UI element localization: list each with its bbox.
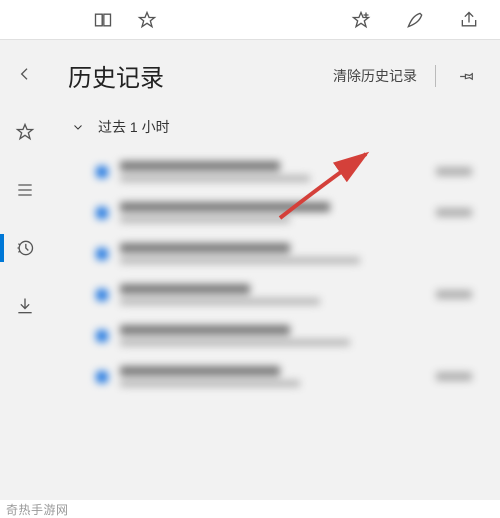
history-item-time (436, 167, 472, 176)
section-past-hour[interactable]: 过去 1 小时 (68, 111, 480, 151)
web-notes-icon[interactable] (402, 7, 428, 33)
history-item-text (120, 202, 424, 223)
history-item-text (120, 284, 424, 305)
add-favorite-icon[interactable] (348, 7, 374, 33)
top-right-actions (348, 7, 500, 33)
history-item-text (120, 161, 424, 182)
history-item[interactable] (68, 274, 480, 315)
favicon-icon (96, 371, 108, 383)
rail-reading-list[interactable] (0, 172, 50, 208)
history-item[interactable] (68, 356, 480, 397)
share-icon[interactable] (456, 7, 482, 33)
history-item-time (436, 290, 472, 299)
favicon-icon (96, 248, 108, 260)
section-label: 过去 1 小时 (98, 117, 170, 137)
chevron-down-icon (72, 121, 84, 133)
history-item[interactable] (68, 315, 480, 356)
clear-history-link[interactable]: 清除历史记录 (333, 66, 417, 86)
favicon-icon (96, 166, 108, 178)
star-icon[interactable] (134, 7, 160, 33)
history-item[interactable] (68, 151, 480, 192)
history-item[interactable] (68, 192, 480, 233)
rail-history[interactable] (0, 230, 50, 266)
watermark: 奇热手游网 (0, 500, 500, 518)
panel-header: 历史记录 清除历史记录 (68, 58, 480, 93)
history-item[interactable] (68, 233, 480, 274)
panel-title: 历史记录 (68, 58, 164, 93)
history-panel: 历史记录 清除历史记录 过去 1 小时 (50, 40, 500, 500)
hub-rail (0, 40, 50, 500)
favicon-icon (96, 330, 108, 342)
address-bar-actions (0, 7, 160, 33)
history-list (68, 151, 480, 397)
favicon-icon (96, 207, 108, 219)
history-item-text (120, 366, 424, 387)
history-item-time (436, 372, 472, 381)
rail-back-button[interactable] (0, 56, 50, 92)
pin-icon[interactable] (454, 63, 480, 89)
history-item-text (120, 243, 472, 264)
history-item-text (120, 325, 472, 346)
reading-view-icon[interactable] (90, 7, 116, 33)
main-area: 历史记录 清除历史记录 过去 1 小时 (0, 40, 500, 500)
browser-top-bar (0, 0, 500, 40)
header-divider (435, 65, 436, 87)
favicon-icon (96, 289, 108, 301)
rail-downloads[interactable] (0, 288, 50, 324)
rail-favorites[interactable] (0, 114, 50, 150)
history-item-time (436, 208, 472, 217)
